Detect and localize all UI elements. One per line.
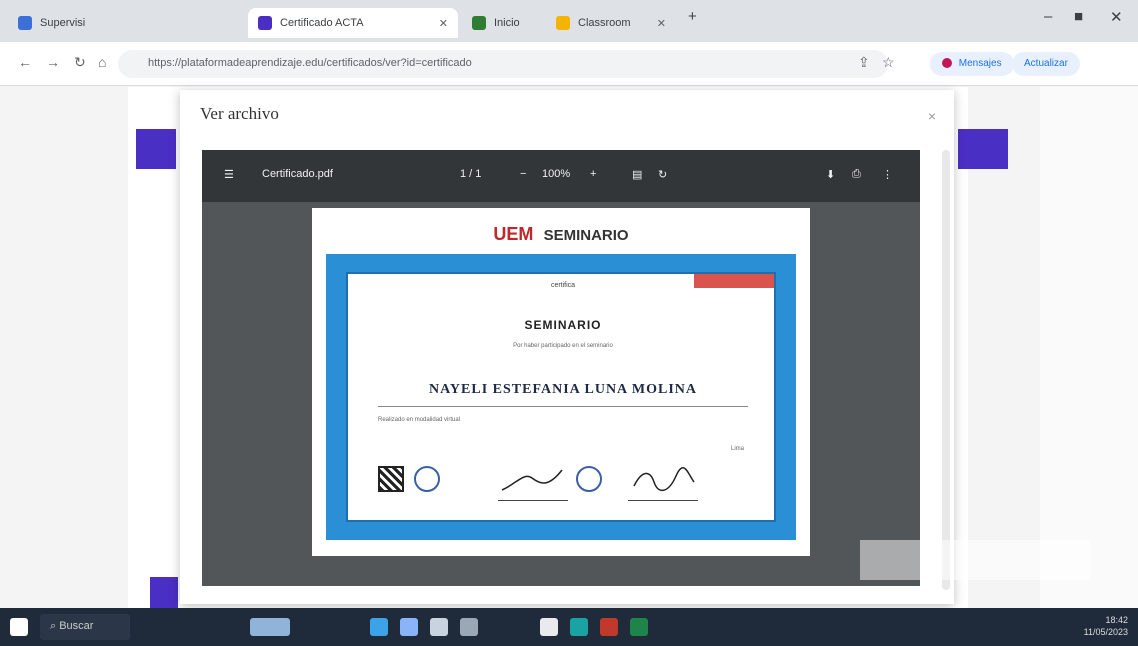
clock-time: 18:42 bbox=[1105, 615, 1128, 625]
activation-watermark bbox=[860, 540, 1090, 580]
tab-favicon-icon bbox=[472, 16, 486, 30]
zoom-level[interactable]: 100% bbox=[542, 168, 570, 180]
print-icon[interactable]: ⎙ bbox=[852, 168, 861, 181]
home-icon[interactable]: ⌂ bbox=[98, 54, 106, 70]
pdf-file-name: Certificado.pdf bbox=[262, 168, 333, 180]
taskbar: ⌕ Buscar 18:42 11/05/2023 bbox=[0, 608, 1138, 646]
tab-favicon-icon bbox=[258, 16, 272, 30]
back-icon[interactable]: ← bbox=[18, 54, 32, 70]
background-header-bar bbox=[958, 129, 1008, 169]
pdf-page: UEM SEMINARIO certifica SEMINARIO Por ha… bbox=[312, 208, 810, 556]
taskbar-search-label: Buscar bbox=[59, 620, 94, 632]
certificate-recipient: NAYELI ESTEFANIA LUNA MOLINA bbox=[429, 382, 697, 397]
signature-line bbox=[498, 500, 568, 501]
explorer-icon[interactable] bbox=[370, 618, 388, 636]
share-icon[interactable]: ⇪ bbox=[858, 54, 870, 71]
search-icon: ⌕ bbox=[50, 620, 60, 632]
edge-icon[interactable] bbox=[400, 618, 418, 636]
zoom-out-icon[interactable]: − bbox=[520, 168, 526, 180]
weather-icon[interactable] bbox=[250, 618, 290, 636]
tab-close-icon[interactable]: ✕ bbox=[439, 17, 448, 30]
menu-icon[interactable]: ☰ bbox=[224, 168, 234, 181]
signature-line bbox=[628, 500, 698, 501]
profile-pill[interactable]: Mensajes bbox=[930, 52, 1014, 76]
profile-pill-label: Mensajes bbox=[958, 58, 1002, 69]
clock-date: 11/05/2023 bbox=[1083, 627, 1128, 637]
star-icon[interactable]: ☆ bbox=[882, 54, 895, 71]
new-tab-icon[interactable]: + bbox=[688, 8, 697, 25]
url-field[interactable]: https://plataformadeaprendizaje.edu/cert… bbox=[118, 50, 888, 78]
teams-icon[interactable] bbox=[570, 618, 588, 636]
download-icon[interactable]: ⬇ bbox=[826, 168, 835, 181]
seal-icon bbox=[576, 466, 602, 492]
browser-tab-bar: Supervisi Certificado ACTA ✕ Inicio Clas… bbox=[0, 0, 1138, 42]
certificate-header-text: SEMINARIO bbox=[543, 227, 629, 244]
tab-label: Classroom bbox=[578, 17, 631, 29]
background-header-bar bbox=[136, 129, 176, 169]
chrome-icon[interactable] bbox=[540, 618, 558, 636]
institution-logo: UEM bbox=[493, 224, 534, 244]
zoom-in-icon[interactable]: + bbox=[590, 168, 596, 180]
pdf-viewer: ☰ Certificado.pdf 1 / 1 − 100% + ▤ ↻ ⬇ ⎙… bbox=[202, 150, 920, 586]
file-preview-modal: Ver archivo × ☰ Certificado.pdf 1 / 1 − … bbox=[180, 90, 954, 604]
close-window-icon[interactable]: ✕ bbox=[1110, 8, 1123, 26]
certificate-header: UEM SEMINARIO bbox=[312, 224, 810, 245]
browser-tab[interactable]: Inicio bbox=[462, 8, 542, 38]
minimize-icon[interactable]: – bbox=[1044, 8, 1052, 25]
browser-tab[interactable]: Supervisi bbox=[8, 8, 128, 38]
mail-icon[interactable] bbox=[430, 618, 448, 636]
background-side-panel bbox=[1040, 87, 1138, 608]
tab-favicon-icon bbox=[556, 16, 570, 30]
tab-label: Inicio bbox=[494, 17, 520, 29]
browser-tab[interactable]: Classroom ✕ bbox=[546, 8, 676, 38]
close-icon[interactable]: × bbox=[928, 108, 936, 124]
background-footer-bar bbox=[150, 577, 178, 608]
avatar bbox=[942, 58, 952, 69]
address-bar: ← → ↻ ⌂ https://plataformadeaprendizaje.… bbox=[0, 42, 1138, 86]
pdf-page-indicator: 1 / 1 bbox=[460, 168, 482, 180]
more-options-icon[interactable]: ⋮ bbox=[882, 168, 893, 181]
divider bbox=[378, 406, 748, 407]
certificate-body: certifica SEMINARIO Por haber participad… bbox=[346, 272, 776, 522]
certificate-subtitle: Por haber participado en el seminario bbox=[513, 343, 613, 349]
seal-icon bbox=[414, 466, 440, 492]
maximize-icon[interactable]: ■ bbox=[1074, 8, 1083, 25]
browser-tab-active[interactable]: Certificado ACTA ✕ bbox=[248, 8, 458, 38]
start-icon[interactable] bbox=[10, 618, 28, 636]
forward-icon[interactable]: → bbox=[46, 54, 60, 70]
modal-title: Ver archivo bbox=[200, 104, 279, 123]
reload-icon[interactable]: ↻ bbox=[74, 54, 86, 71]
tab-close-icon[interactable]: ✕ bbox=[657, 17, 666, 30]
system-tray[interactable]: 18:42 11/05/2023 bbox=[1084, 614, 1128, 638]
pdf-toolbar: ☰ Certificado.pdf 1 / 1 − 100% + ▤ ↻ ⬇ ⎙… bbox=[202, 150, 920, 202]
taskbar-search[interactable]: ⌕ Buscar bbox=[40, 614, 130, 640]
modal-scrollbar[interactable] bbox=[942, 150, 950, 590]
tab-label: Certificado ACTA bbox=[280, 17, 364, 29]
certificate-title: SEMINARIO bbox=[524, 318, 602, 332]
certificate-caption: certifica bbox=[550, 282, 576, 289]
store-icon[interactable] bbox=[460, 618, 478, 636]
certificate-frame: certifica SEMINARIO Por haber participad… bbox=[326, 254, 796, 540]
qr-code bbox=[378, 466, 404, 492]
tab-favicon-icon bbox=[18, 16, 32, 30]
certificate-description: Realizado en modalidad virtual bbox=[378, 417, 461, 423]
signature bbox=[501, 469, 563, 491]
fit-page-icon[interactable]: ▤ bbox=[632, 168, 642, 181]
certificate-date: Lima bbox=[730, 446, 744, 452]
signature bbox=[633, 467, 695, 491]
update-button[interactable]: Actualizar bbox=[1012, 52, 1080, 76]
tab-label: Supervisi bbox=[40, 17, 86, 29]
rotate-icon[interactable]: ↻ bbox=[658, 168, 667, 181]
excel-icon[interactable] bbox=[630, 618, 648, 636]
word-icon[interactable] bbox=[600, 618, 618, 636]
